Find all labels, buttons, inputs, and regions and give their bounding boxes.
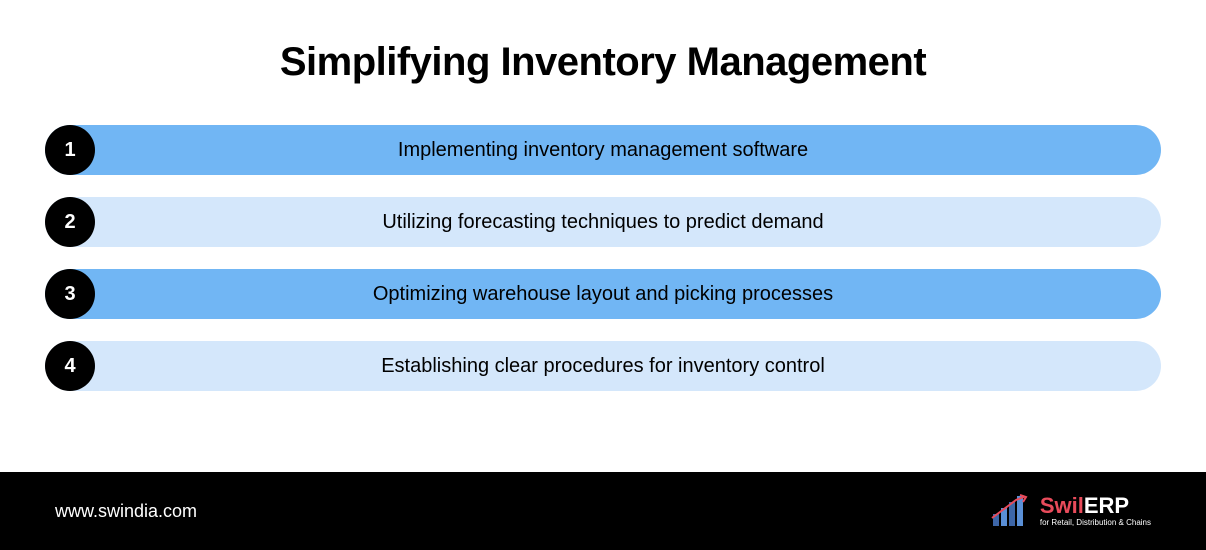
footer: www.swindia.com SwilERP for Retail, Dist… bbox=[0, 472, 1206, 550]
step-text: Implementing inventory management softwa… bbox=[95, 139, 1161, 162]
brand-name-part-a: Swil bbox=[1040, 493, 1084, 518]
list-item: 4 Establishing clear procedures for inve… bbox=[45, 341, 1161, 391]
step-number-badge: 2 bbox=[45, 197, 95, 247]
list: 1 Implementing inventory management soft… bbox=[45, 125, 1161, 391]
step-text: Optimizing warehouse layout and picking … bbox=[95, 283, 1161, 306]
brand-name: SwilERP bbox=[1040, 495, 1151, 517]
page-title: Simplifying Inventory Management bbox=[45, 40, 1161, 85]
step-number-badge: 3 bbox=[45, 269, 95, 319]
list-item: 1 Implementing inventory management soft… bbox=[45, 125, 1161, 175]
brand-name-part-b: ERP bbox=[1084, 493, 1129, 518]
brand-tagline: for Retail, Distribution & Chains bbox=[1040, 519, 1151, 527]
step-text: Utilizing forecasting techniques to pred… bbox=[95, 211, 1161, 234]
step-number-badge: 4 bbox=[45, 341, 95, 391]
content-area: Simplifying Inventory Management 1 Imple… bbox=[0, 0, 1206, 472]
bar-chart-icon bbox=[990, 494, 1034, 528]
brand-text: SwilERP for Retail, Distribution & Chain… bbox=[1040, 495, 1151, 527]
slide: Simplifying Inventory Management 1 Imple… bbox=[0, 0, 1206, 550]
footer-url: www.swindia.com bbox=[55, 501, 197, 522]
step-number-badge: 1 bbox=[45, 125, 95, 175]
list-item: 2 Utilizing forecasting techniques to pr… bbox=[45, 197, 1161, 247]
brand-logo: SwilERP for Retail, Distribution & Chain… bbox=[990, 494, 1151, 528]
list-item: 3 Optimizing warehouse layout and pickin… bbox=[45, 269, 1161, 319]
step-text: Establishing clear procedures for invent… bbox=[95, 355, 1161, 378]
